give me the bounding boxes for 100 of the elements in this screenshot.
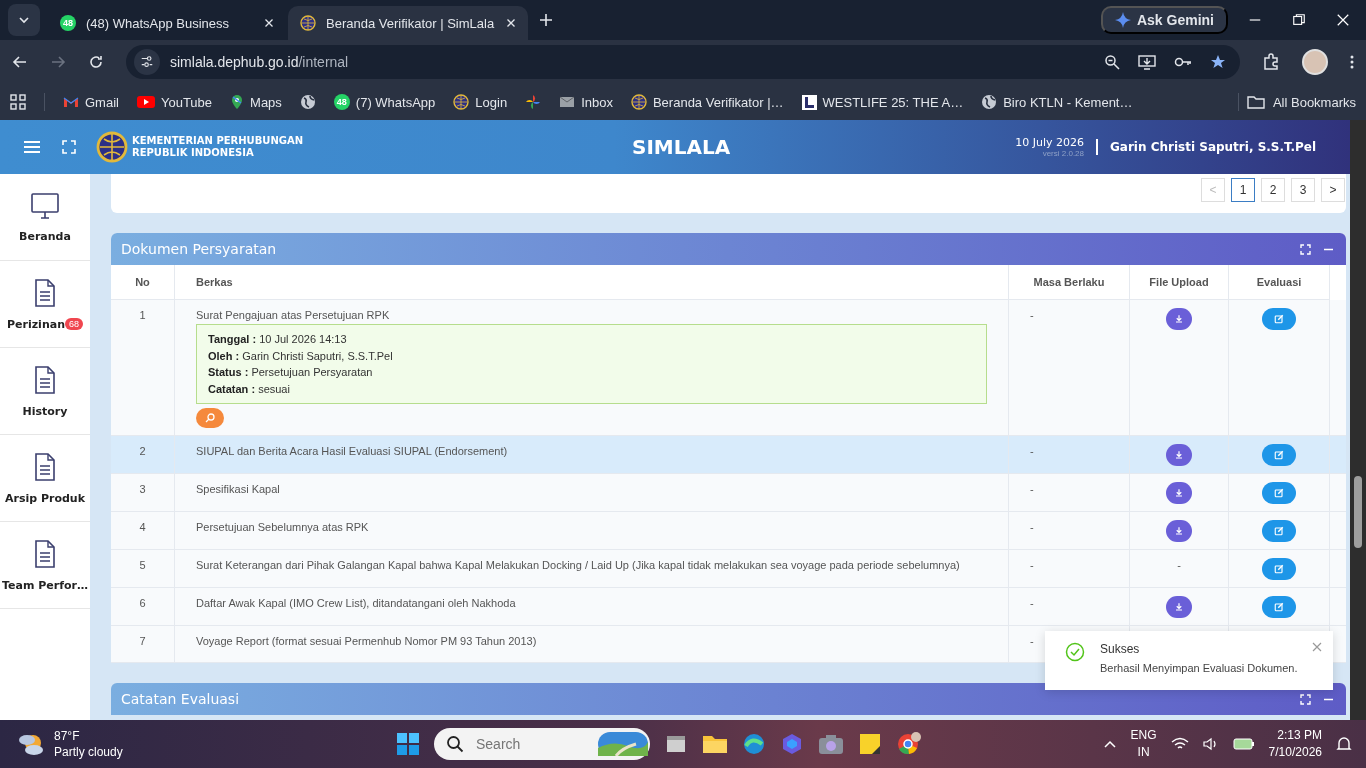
bookmark-link[interactable]: Gmail [85,94,119,110]
bookmark-link[interactable]: WESTLIFE 25: THE A… [822,94,964,110]
bookmark-link[interactable]: Beranda Verifikator |… [652,94,784,110]
new-tab-icon[interactable] [538,12,554,28]
validity-cell: - [1030,521,1034,534]
wifi-icon[interactable] [1170,737,1189,751]
more-icon[interactable] [1350,54,1354,70]
hexagon-icon[interactable] [780,732,804,756]
table-row[interactable]: 5 Surat Keterangan dari Pihak Galangan Kapal bahwa Kapal Melakukan Docking / Laid Up (Jika kapal tidak melakukan sea voyage pada periode sebelumnya) - - [111,550,1346,589]
column-header: Berkas [196,276,233,288]
sidebar-item[interactable]: Arsip Produk [5,491,85,505]
bell-icon[interactable] [1336,736,1352,752]
browser-tab[interactable]: 48 (48) WhatsApp Business [48,6,288,40]
sidebar-item[interactable]: History [22,404,68,418]
download-button[interactable] [1166,308,1192,330]
clock-date: 7/10/2026 [1268,744,1322,761]
page-button[interactable]: 2 [1261,178,1285,202]
evaluation-note: Tanggal : 10 Jul 2026 14:13 Oleh : Garin Christi Saputri, S.S.T.Pel Status : Persetujuan Persyaratan Catatan : sesuai [196,324,987,405]
download-icon [1173,449,1185,462]
edit-button[interactable] [1262,558,1296,581]
bookmark-link[interactable]: Maps [250,94,282,110]
language-indicator[interactable]: ENG IN [1130,727,1157,761]
edit-button[interactable] [1262,482,1296,505]
install-icon[interactable] [1138,54,1156,70]
taskbar-search-field[interactable]: Search [474,735,588,753]
sidebar-item[interactable]: Perizinan [7,317,65,331]
note-icon[interactable] [858,732,882,756]
table-row[interactable]: 3 Spesifikasi Kapal - [111,474,1346,513]
bookmark-link[interactable]: (7) WhatsApp [355,94,436,110]
download-button[interactable] [1166,520,1192,543]
camera-icon[interactable] [818,733,844,755]
landscape-icon [598,732,648,756]
document-name: Surat Keterangan dari Pihak Galangan Kapal bahwa Kapal Melakukan Docking / Laid Up (Jika kapal tidak melakukan sea voyage pada periode sebelumnya) [196,559,960,572]
zoom-icon[interactable] [1104,54,1120,70]
row-number: 7 [139,635,146,648]
row-number: 1 [139,309,146,321]
profile-avatar[interactable] [1302,49,1328,75]
table-row[interactable]: 6 Daftar Awak Kapal (IMO Crew List), ditandatangani oleh Nakhoda - [111,588,1346,627]
bookmark-link[interactable]: Login [475,94,508,110]
globe-icon [299,94,316,110]
page-button[interactable]: 3 [1291,178,1315,202]
menu-icon[interactable] [24,140,40,154]
edit-button[interactable] [1262,308,1296,330]
table-row[interactable]: 2 SIUPAL dan Berita Acara Hasil Evaluasi SIUPAL (Endorsement) - [111,436,1346,475]
pinwheel-icon [525,94,542,110]
bookmark-link[interactable]: Biro KTLN - Kement… [1003,94,1133,110]
speaker-icon[interactable] [1202,737,1219,751]
row-number: 3 [139,483,146,496]
temperature: 87°F [54,728,81,744]
browser-tab[interactable]: Beranda Verifikator | SimLala [288,6,528,40]
document-icon [34,538,56,569]
back-icon[interactable] [12,54,28,70]
start-icon[interactable] [396,732,420,756]
reload-icon[interactable] [88,54,104,70]
emblem-icon [630,94,647,110]
swirl-icon[interactable] [742,732,766,756]
apps-grid-icon[interactable] [10,94,26,110]
toast-message: Berhasil Menyimpan Evaluasi Dokumen. [1100,662,1298,674]
browser-icon[interactable] [896,731,922,757]
bookmark-link[interactable]: Inbox [581,94,613,110]
envelope-icon [559,95,576,109]
user-name: Garin Christi Saputri, S.S.T.Pel [1110,140,1316,154]
edit-button[interactable] [1262,444,1296,467]
table-row[interactable]: 4 Persetujuan Sebelumnya atas RPK - [111,512,1346,551]
battery-icon[interactable] [1232,737,1255,751]
edit-button[interactable] [1262,596,1296,619]
edit-button[interactable] [1262,520,1296,543]
next-page-button[interactable]: > [1321,178,1345,202]
panel-title: Dokumen Persyaratan [121,241,277,257]
folder-icon [1246,94,1265,110]
star-icon[interactable] [1210,54,1226,70]
column-header: No [135,276,150,288]
fullscreen-icon[interactable] [1300,243,1311,255]
scrollbar[interactable] [1350,120,1366,720]
download-icon [1173,487,1185,500]
forward-icon[interactable] [50,54,66,70]
download-button[interactable] [1166,444,1192,467]
bookmark-link[interactable]: YouTube [160,94,213,110]
table-row[interactable]: 1 Surat Pengajuan atas Persetujuan RPK Tanggal : 10 Jul 2026 14:13 Oleh : Garin Christi Saputri, S.S.T.Pel Status : Persetujuan Persyaratan Catatan : sesuai - [111,300,1346,437]
tab-badge: 48 [60,15,76,31]
sidebar-item[interactable]: Beranda [19,229,71,243]
site-settings-icon[interactable] [140,55,154,69]
address-field[interactable]: simlala.dephub.go.id/internal [170,54,349,70]
play-icon [136,95,155,109]
check-circle-icon [1065,642,1085,662]
weather-condition: Partly cloudy [54,744,123,760]
page-button[interactable]: 1 [1231,178,1255,202]
download-button[interactable] [1166,482,1192,505]
validity-cell: - [1030,559,1034,572]
taskbar-search-box[interactable]: Search [434,728,650,760]
edit-icon [1273,563,1285,576]
toast-title: Sukses [1100,642,1141,656]
fullscreen-icon[interactable] [1300,693,1311,705]
sidebar-item[interactable]: Team Perfor… [2,578,88,592]
download-button[interactable] [1166,596,1192,619]
restore-icon[interactable] [1292,13,1306,27]
ask-gemini-button[interactable]: Ask Gemini [1100,6,1228,34]
all-bookmarks-link[interactable]: All Bookmarks [1272,94,1356,110]
fullscreen-icon[interactable] [62,140,76,154]
puzzle-icon[interactable] [1262,53,1280,71]
